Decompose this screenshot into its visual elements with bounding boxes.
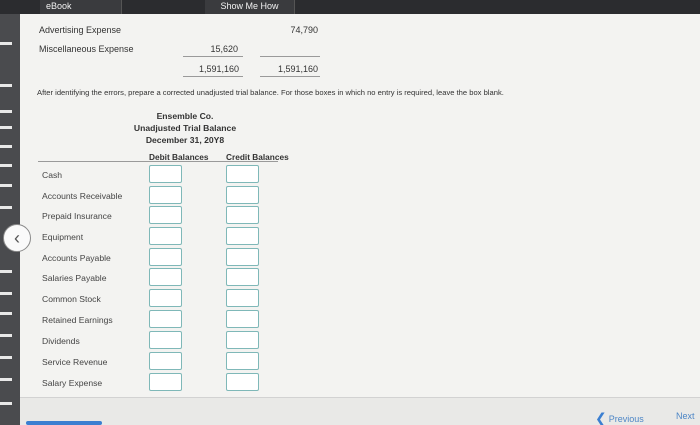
account-label-salary-expense: Salary Expense (42, 378, 103, 388)
left-nav-button[interactable]: ‹ (3, 224, 31, 252)
credit-input-service-revenue[interactable] (226, 352, 259, 370)
previous-label: Previous (608, 413, 644, 424)
account-label-accounts-receivable: Accounts Receivable (42, 191, 123, 201)
account-label-service-revenue: Service Revenue (42, 357, 108, 367)
debit-input-salary-expense[interactable] (149, 373, 182, 391)
top-toolbar: eBook Show Me How (0, 0, 700, 14)
credit-input-cash[interactable] (226, 165, 259, 183)
account-label-prepaid-insurance: Prepaid Insurance (42, 211, 112, 221)
gutter-tick (0, 378, 12, 381)
debit-input-accounts-payable[interactable] (149, 248, 182, 266)
credit-input-dividends[interactable] (226, 331, 259, 349)
company-name: Ensemble Co. (156, 111, 214, 121)
content-sheet: Advertising Expense 74,790 Miscellaneous… (20, 14, 700, 425)
gutter-tick (0, 84, 12, 87)
debit-input-retained-earnings[interactable] (149, 310, 182, 328)
advertising-expense-label: Advertising Expense (39, 25, 122, 35)
credit-input-accounts-receivable[interactable] (226, 186, 259, 204)
account-label-common-stock: Common Stock (42, 294, 101, 304)
debit-input-dividends[interactable] (149, 331, 182, 349)
advertising-expense-credit: 74,790 (290, 25, 318, 35)
miscellaneous-expense-debit: 15,620 (210, 44, 238, 54)
instruction-text: After identifying the errors, prepare a … (37, 88, 504, 97)
previous-button[interactable]: ❮ Previous (595, 410, 644, 425)
statement-date: December 31, 20Y8 (145, 135, 225, 145)
header-divider (38, 161, 278, 162)
gutter-tick (0, 145, 12, 148)
gutter-tick (0, 184, 12, 187)
credit-input-equipment[interactable] (226, 227, 259, 245)
chevron-left-icon: ❮ (595, 410, 607, 425)
account-label-cash: Cash (42, 170, 63, 180)
debit-input-salaries-payable[interactable] (149, 268, 182, 286)
miscellaneous-expense-label: Miscellaneous Expense (39, 44, 134, 54)
credit-input-retained-earnings[interactable] (226, 310, 259, 328)
gutter-tick (0, 164, 12, 167)
gutter-tick (0, 42, 12, 45)
credit-input-accounts-payable[interactable] (226, 248, 259, 266)
credit-input-salaries-payable[interactable] (226, 268, 259, 286)
total-rule (183, 76, 243, 77)
gutter-tick (0, 334, 12, 337)
progress-indicator (26, 421, 102, 425)
gutter-tick (0, 110, 12, 113)
footer-bar: ❮ Previous Next (20, 397, 700, 425)
total-rule (260, 76, 320, 77)
debit-input-equipment[interactable] (149, 227, 182, 245)
gutter-tick (0, 292, 12, 295)
credit-input-prepaid-insurance[interactable] (226, 206, 259, 224)
debit-input-common-stock[interactable] (149, 289, 182, 307)
chevron-left-icon: ‹ (14, 228, 20, 248)
account-label-retained-earnings: Retained Earnings (42, 315, 113, 325)
total-debit: 1,591,160 (198, 64, 239, 74)
show-me-how-tab[interactable]: Show Me How (205, 0, 295, 14)
debit-input-accounts-receivable[interactable] (149, 186, 182, 204)
gutter-tick (0, 356, 12, 359)
account-label-dividends: Dividends (42, 336, 80, 346)
left-gutter (0, 14, 20, 425)
credit-input-salary-expense[interactable] (226, 373, 259, 391)
account-label-accounts-payable: Accounts Payable (42, 253, 111, 263)
gutter-tick (0, 206, 12, 209)
gutter-tick (0, 312, 12, 315)
account-label-salaries-payable: Salaries Payable (42, 273, 107, 283)
total-credit: 1,591,160 (277, 64, 318, 74)
subtotal-rule (183, 56, 243, 57)
gutter-tick (0, 270, 12, 273)
debit-input-cash[interactable] (149, 165, 182, 183)
credit-input-common-stock[interactable] (226, 289, 259, 307)
subtotal-rule (260, 56, 320, 57)
debit-input-prepaid-insurance[interactable] (149, 206, 182, 224)
account-label-equipment: Equipment (42, 232, 84, 242)
statement-title: Unadjusted Trial Balance (133, 123, 237, 133)
gutter-tick (0, 402, 12, 405)
debit-input-service-revenue[interactable] (149, 352, 182, 370)
gutter-tick (0, 126, 12, 129)
next-button[interactable]: Next (676, 411, 695, 421)
ebook-tab[interactable]: eBook (40, 0, 122, 14)
